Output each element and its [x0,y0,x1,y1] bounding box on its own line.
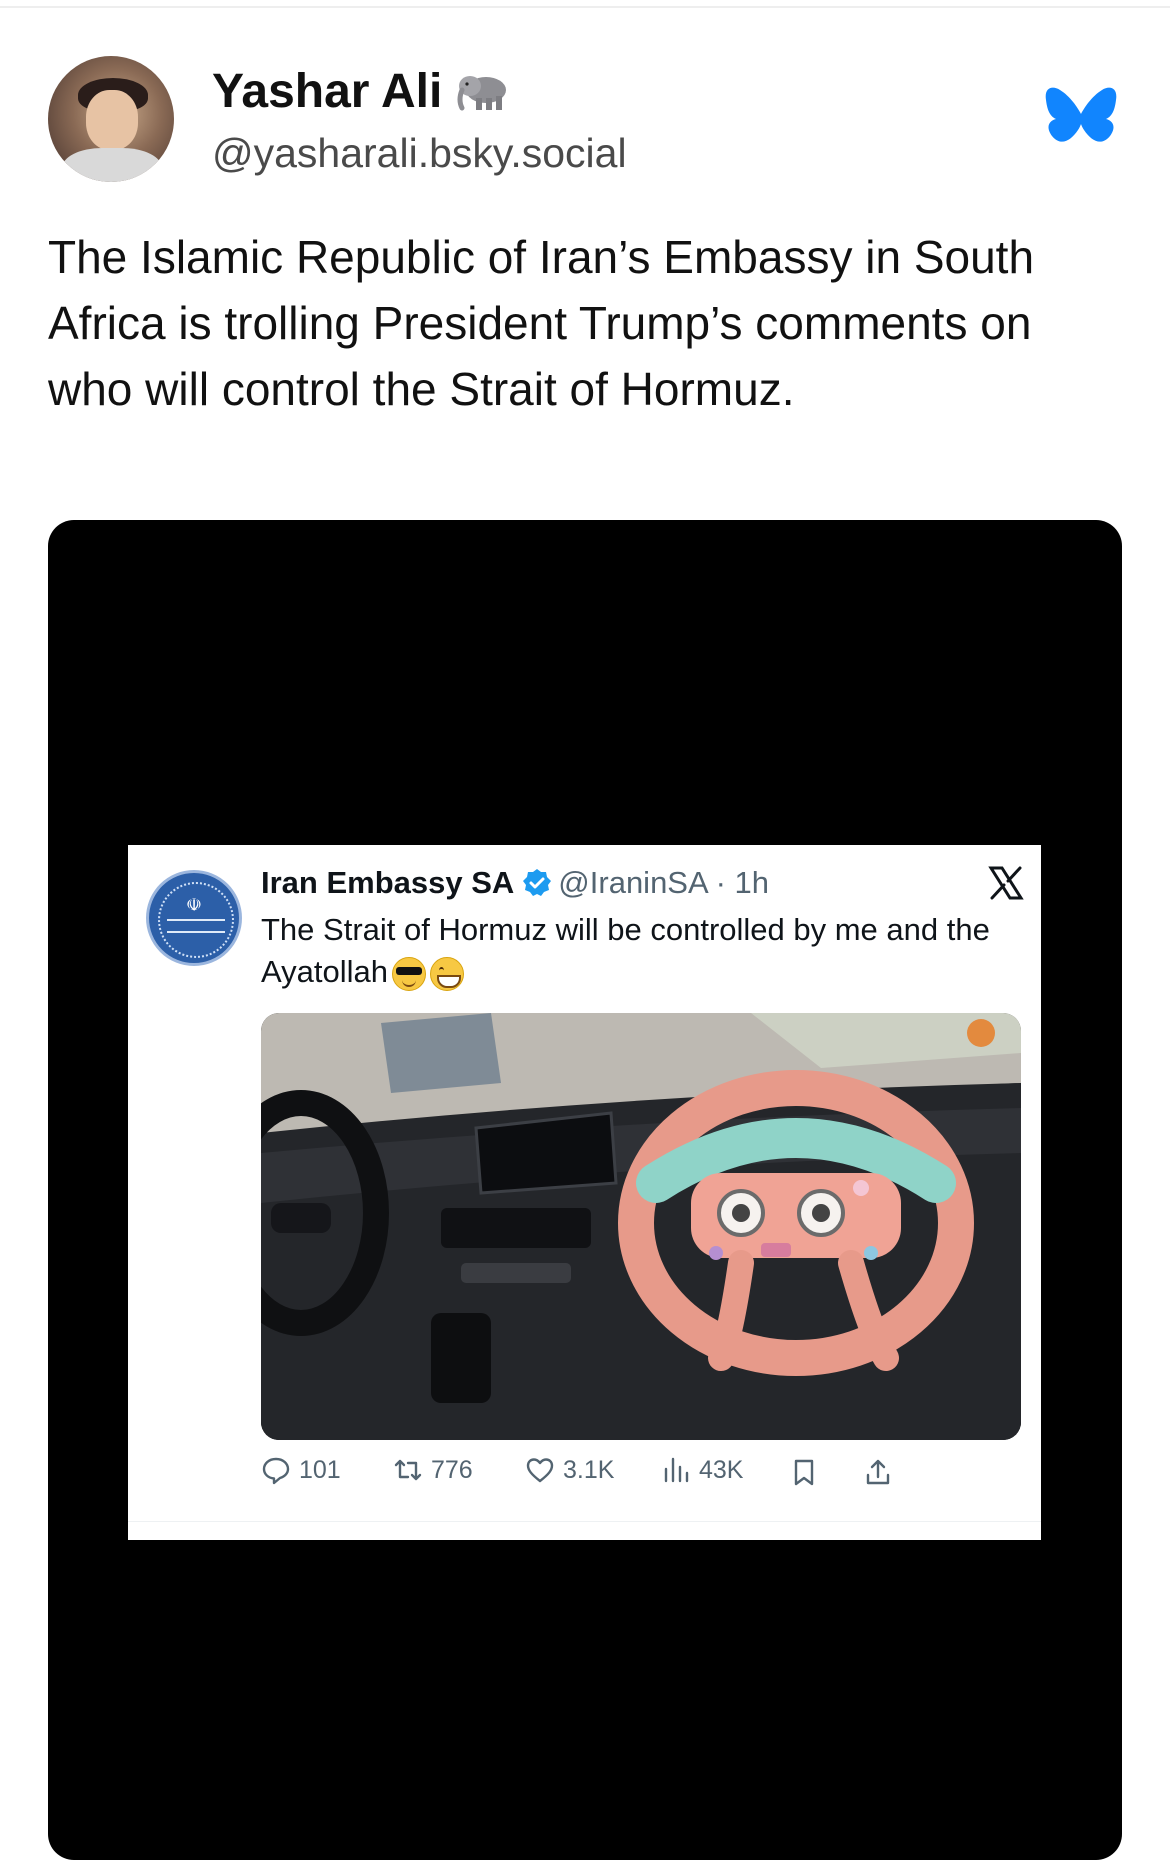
repost-metric: 776 [393,1455,473,1485]
author-handle[interactable]: @yasharali.bsky.social [212,130,627,177]
views-count: 43K [699,1455,744,1484]
repost-count: 776 [431,1455,473,1484]
grinning-emoji-icon [429,956,464,991]
author-display-name[interactable]: Yashar Ali [212,64,442,119]
tweet-handle-time: @IraninSA · 1h [558,865,769,900]
top-divider [0,6,1170,8]
author-name-row[interactable]: Yashar Ali [212,64,514,119]
tweet-text-body: The Strait of Hormuz will be controlled … [261,912,990,989]
tweet-header: Iran Embassy SA @IraninSA · 1h [261,865,769,901]
post-media[interactable]: ☫ Iran Embassy SA @IraninSA · 1h The Str… [48,520,1122,1860]
share-icon [866,1459,890,1485]
views-metric: 43K [661,1455,743,1485]
elephant-icon [457,75,507,110]
reply-count: 101 [299,1455,341,1484]
tweet-action-bar: 101 776 3.1K 43K [261,1455,1021,1491]
tweet-author-name: Iran Embassy SA [261,865,515,900]
heart-icon [526,1458,554,1483]
reply-metric: 101 [261,1455,341,1485]
like-count: 3.1K [563,1455,615,1484]
sunglasses-emoji-icon [391,956,426,991]
toy-steering-wheel-photo [261,1013,1021,1440]
iran-embassy-seal-avatar: ☫ [146,870,242,966]
views-chart-icon [664,1457,689,1483]
reply-icon [262,1457,290,1485]
like-metric: 3.1K [525,1455,614,1485]
bluesky-butterfly-icon[interactable] [1044,86,1118,152]
x-logo-icon [988,866,1024,900]
tweet-divider [128,1521,1041,1522]
bookmark-icon [794,1459,814,1486]
verified-badge-icon [523,869,552,896]
repost-icon [394,1459,422,1481]
embedded-tweet-screenshot: ☫ Iran Embassy SA @IraninSA · 1h The Str… [128,845,1041,1540]
post-text: The Islamic Republic of Iran’s Embassy i… [48,231,1035,415]
tweet-text: The Strait of Hormuz will be controlled … [261,909,1001,993]
author-avatar[interactable] [48,56,174,182]
